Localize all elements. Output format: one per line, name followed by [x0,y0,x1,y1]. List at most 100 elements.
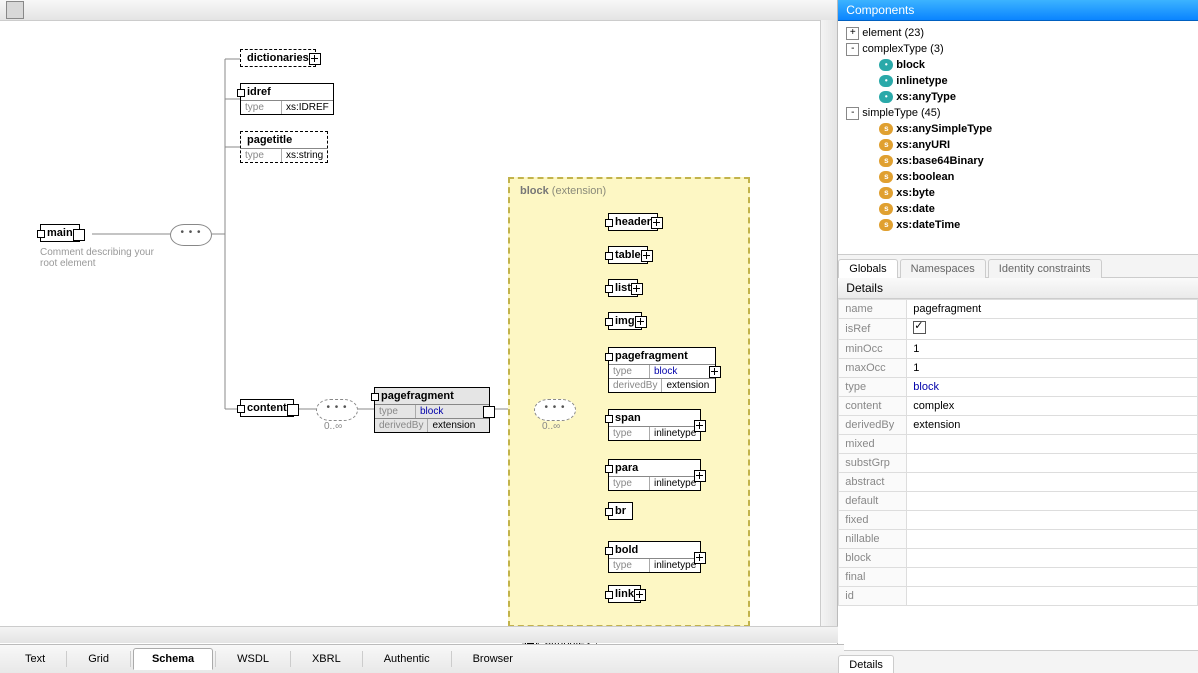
sequence-compositor[interactable] [170,224,212,246]
prop-key: type [839,378,907,397]
expand-icon[interactable] [631,283,643,295]
vertical-scrollbar[interactable] [820,20,837,627]
expand-icon[interactable] [694,420,706,432]
tree-item[interactable]: -complexType (3) [840,41,1196,57]
expand-icon[interactable] [635,316,647,328]
prop-key: block [839,549,907,568]
node-br[interactable]: br [608,502,633,520]
expand-icon[interactable] [309,53,321,65]
prop-key: content [839,397,907,416]
tree-item[interactable]: sxs:base64Binary [840,153,1196,169]
diagram-toolbar [0,0,837,21]
tree-item[interactable]: -simpleType (45) [840,105,1196,121]
node-bold[interactable]: boldtypeinlinetype [608,541,701,573]
node-link[interactable]: link [608,585,641,603]
expand-icon[interactable] [694,552,706,564]
node-dictionaries[interactable]: dictionaries [240,49,316,67]
prop-value[interactable]: 1 [907,340,1198,359]
port-icon[interactable] [483,406,495,418]
checkbox-icon[interactable] [913,321,926,334]
prop-value[interactable] [907,530,1198,549]
expand-icon[interactable] [634,589,646,601]
prop-value[interactable] [907,319,1198,340]
sequence-compositor[interactable] [316,399,358,421]
tree-item[interactable]: sxs:boolean [840,169,1196,185]
node-para[interactable]: paratypeinlinetype [608,459,701,491]
details-properties[interactable]: namepagefragmentisRefminOcc1maxOcc1typeb… [838,299,1198,650]
node-idref[interactable]: idref typexs:IDREF [240,83,334,115]
node-list[interactable]: list [608,279,638,297]
prop-value[interactable] [907,435,1198,454]
collapse-icon[interactable]: - [846,107,859,120]
node-main[interactable]: main [40,224,80,242]
node-img[interactable]: img [608,312,642,330]
tree-item[interactable]: •block [840,57,1196,73]
tree-item[interactable]: •xs:anyType [840,89,1196,105]
node-pagefragment[interactable]: pagefragment typeblock derivedByextensio… [374,387,490,433]
prop-value[interactable] [907,587,1198,606]
side-panel: Components +element (23)-complexType (3)… [838,0,1198,673]
tab-schema[interactable]: Schema [133,648,213,670]
expand-icon[interactable]: + [846,27,859,40]
prop-value[interactable]: pagefragment [907,300,1198,319]
tree-item-label: xs:anyType [896,91,956,103]
tree-item-label: block [896,59,925,71]
prop-value[interactable]: complex [907,397,1198,416]
tab-wsdl[interactable]: WSDL [218,648,288,670]
node-pagefragment-label: pagefragment [375,388,489,404]
tree-item-label: complexType (3) [862,43,943,55]
tree-item[interactable]: +element (23) [840,25,1196,41]
prop-value[interactable]: 1 [907,359,1198,378]
node-span[interactable]: spantypeinlinetype [608,409,701,441]
expand-icon[interactable] [694,470,706,482]
node-header[interactable]: header [608,213,658,231]
tab-authentic[interactable]: Authentic [365,648,449,670]
tree-item-label: xs:boolean [896,171,954,183]
tree-item[interactable]: sxs:byte [840,185,1196,201]
node-pagefragment-inner[interactable]: pagefragment typeblock derivedByextensio… [608,347,716,393]
tab-text[interactable]: Text [6,648,64,670]
simpletype-icon: s [879,155,893,167]
diagram-canvas[interactable]: main Comment describing your root elemen… [0,21,837,646]
prop-key: default [839,492,907,511]
node-table[interactable]: table [608,246,648,264]
simpletype-icon: s [879,171,893,183]
prop-value[interactable]: block [907,378,1198,397]
tab-namespaces[interactable]: Namespaces [900,259,986,278]
collapse-icon[interactable]: - [846,43,859,56]
tree-item[interactable]: sxs:anySimpleType [840,121,1196,137]
tab-grid[interactable]: Grid [69,648,128,670]
tree-item[interactable]: sxs:anyURI [840,137,1196,153]
prop-value[interactable] [907,568,1198,587]
tree-item-label: simpleType (45) [862,107,940,119]
tab-identity-constraints[interactable]: Identity constraints [988,259,1102,278]
sequence-compositor[interactable] [534,399,576,421]
node-content[interactable]: content [240,399,294,417]
prop-value[interactable] [907,454,1198,473]
tree-item[interactable]: sxs:date [840,201,1196,217]
tree-item[interactable]: sxs:dateTime [840,217,1196,233]
components-tree[interactable]: +element (23)-complexType (3)•block•inli… [838,21,1198,255]
tree-item[interactable]: •inlinetype [840,73,1196,89]
tree-item-label: xs:date [896,203,935,215]
prop-value[interactable]: extension [907,416,1198,435]
expand-icon[interactable] [641,250,653,262]
tab-details[interactable]: Details [838,655,894,673]
expand-icon[interactable] [651,217,663,229]
tab-browser[interactable]: Browser [454,648,532,670]
simpletype-icon: s [879,187,893,199]
tab-xbrl[interactable]: XBRL [293,648,360,670]
prop-value[interactable] [907,492,1198,511]
port-icon[interactable] [287,404,299,416]
tab-globals[interactable]: Globals [838,259,897,278]
horizontal-scrollbar[interactable] [0,626,838,643]
port-icon[interactable] [73,229,85,241]
toolbar-button-icon[interactable] [6,1,24,19]
prop-value[interactable] [907,549,1198,568]
prop-value[interactable] [907,473,1198,492]
node-pagetitle[interactable]: pagetitle typexs:string [240,131,328,163]
prop-value[interactable] [907,511,1198,530]
prop-key: substGrp [839,454,907,473]
expand-icon[interactable] [709,366,721,378]
simpletype-icon: s [879,123,893,135]
